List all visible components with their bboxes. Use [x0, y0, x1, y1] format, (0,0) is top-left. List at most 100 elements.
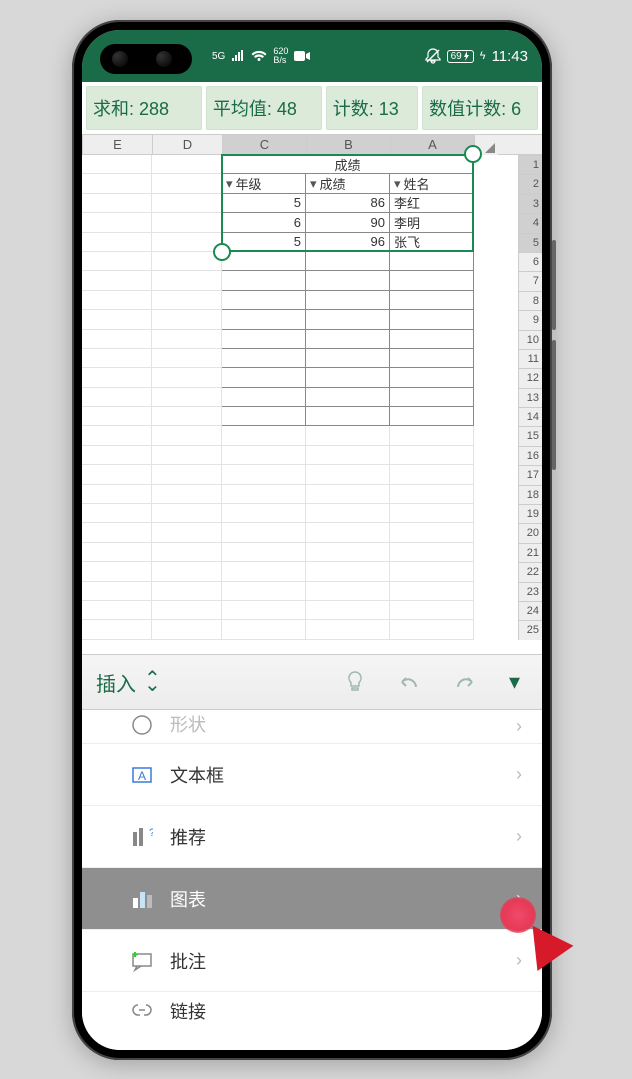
cell[interactable] — [152, 485, 222, 504]
cell[interactable] — [152, 582, 222, 601]
menu-item-chart[interactable]: 图表 › — [82, 868, 542, 930]
cell[interactable] — [390, 465, 474, 484]
bulb-icon[interactable] — [337, 670, 373, 694]
cell-title[interactable]: 成绩 — [222, 155, 474, 174]
cell[interactable] — [306, 485, 390, 504]
cell[interactable] — [390, 252, 474, 271]
row-header[interactable]: 13 — [518, 388, 542, 407]
row-header[interactable]: 6 — [518, 252, 542, 271]
cell[interactable] — [222, 485, 306, 504]
cell[interactable] — [152, 523, 222, 542]
cell[interactable] — [82, 582, 152, 601]
row-header[interactable]: 4 — [518, 213, 542, 232]
cell-header[interactable]: ▾姓名 — [390, 174, 474, 193]
row-header[interactable]: 2 — [518, 174, 542, 193]
cell[interactable] — [222, 310, 306, 329]
cell[interactable] — [222, 504, 306, 523]
cell[interactable] — [390, 426, 474, 445]
cell[interactable] — [152, 562, 222, 581]
cell[interactable] — [82, 368, 152, 387]
cell[interactable] — [222, 465, 306, 484]
col-header[interactable]: A — [390, 135, 474, 154]
row-header[interactable]: 15 — [518, 426, 542, 445]
cell[interactable] — [152, 620, 222, 639]
cell[interactable] — [82, 601, 152, 620]
row-header[interactable]: 1 — [518, 155, 542, 174]
cell[interactable] — [152, 601, 222, 620]
row-header[interactable]: 9 — [518, 310, 542, 329]
cell[interactable] — [222, 582, 306, 601]
menu-item-recommend[interactable]: ? 推荐 › — [82, 806, 542, 868]
col-header[interactable]: E — [82, 135, 152, 154]
row-header[interactable]: 8 — [518, 291, 542, 310]
cell[interactable]: 张飞 — [390, 233, 474, 252]
undo-icon[interactable] — [389, 672, 429, 692]
cell[interactable] — [306, 582, 390, 601]
cell[interactable] — [390, 388, 474, 407]
cell[interactable] — [82, 407, 152, 426]
cell[interactable] — [390, 582, 474, 601]
cell[interactable] — [390, 543, 474, 562]
cell[interactable] — [82, 465, 152, 484]
cell[interactable] — [222, 523, 306, 542]
filter-icon[interactable]: ▾ — [310, 176, 317, 192]
cell[interactable] — [82, 349, 152, 368]
row-header[interactable]: 14 — [518, 407, 542, 426]
row-header[interactable]: 21 — [518, 543, 542, 562]
stat-avg[interactable]: 平均值: 48 — [206, 86, 322, 130]
cell[interactable] — [82, 543, 152, 562]
cell[interactable] — [222, 407, 306, 426]
cell[interactable] — [152, 174, 222, 193]
cell[interactable] — [222, 543, 306, 562]
cell[interactable] — [152, 330, 222, 349]
cell[interactable] — [390, 523, 474, 542]
cell-header[interactable]: ▾成绩 — [306, 174, 390, 193]
cell[interactable] — [152, 252, 222, 271]
cell[interactable] — [306, 504, 390, 523]
col-header[interactable]: D — [152, 135, 222, 154]
cell[interactable] — [82, 194, 152, 213]
cell[interactable] — [222, 330, 306, 349]
col-header[interactable]: B — [306, 135, 390, 154]
cell[interactable] — [222, 368, 306, 387]
cell[interactable] — [152, 349, 222, 368]
cell[interactable]: 李红 — [390, 194, 474, 213]
row-header[interactable]: 23 — [518, 582, 542, 601]
cell[interactable] — [222, 349, 306, 368]
cell[interactable] — [306, 368, 390, 387]
cell[interactable] — [82, 562, 152, 581]
row-header[interactable]: 19 — [518, 504, 542, 523]
cell[interactable] — [390, 310, 474, 329]
col-header[interactable]: C — [222, 135, 306, 154]
cell[interactable]: 6 — [222, 213, 306, 232]
cell[interactable] — [222, 252, 306, 271]
cell[interactable]: 5 — [222, 194, 306, 213]
stat-count[interactable]: 计数: 13 — [326, 86, 418, 130]
toolbar-mode-button[interactable]: 插入 ⌃⌄ — [96, 668, 161, 697]
cell[interactable] — [306, 601, 390, 620]
row-header[interactable]: 25 — [518, 620, 542, 639]
stat-numcount[interactable]: 数值计数: 6 — [422, 86, 538, 130]
row-header[interactable]: 12 — [518, 368, 542, 387]
row-header[interactable]: 3 — [518, 194, 542, 213]
cell[interactable] — [152, 368, 222, 387]
spreadsheet[interactable]: E D C B A 1 2 3 4 5 6 7 8 9 10 11 12 13 — [82, 134, 542, 654]
cell[interactable] — [306, 523, 390, 542]
cell[interactable] — [222, 426, 306, 445]
row-header[interactable]: 18 — [518, 485, 542, 504]
cell[interactable] — [306, 388, 390, 407]
chevron-down-icon[interactable]: ▾ — [501, 669, 528, 695]
cell[interactable]: 李明 — [390, 213, 474, 232]
cell[interactable] — [222, 291, 306, 310]
cell-header[interactable]: ▾年级 — [222, 174, 306, 193]
row-header[interactable]: 7 — [518, 271, 542, 290]
cell[interactable] — [82, 504, 152, 523]
cell[interactable] — [222, 271, 306, 290]
cell[interactable] — [222, 562, 306, 581]
cell[interactable] — [82, 174, 152, 193]
cell[interactable] — [82, 291, 152, 310]
cell[interactable] — [82, 271, 152, 290]
cell[interactable] — [152, 426, 222, 445]
row-header[interactable]: 11 — [518, 349, 542, 368]
cell[interactable] — [306, 543, 390, 562]
